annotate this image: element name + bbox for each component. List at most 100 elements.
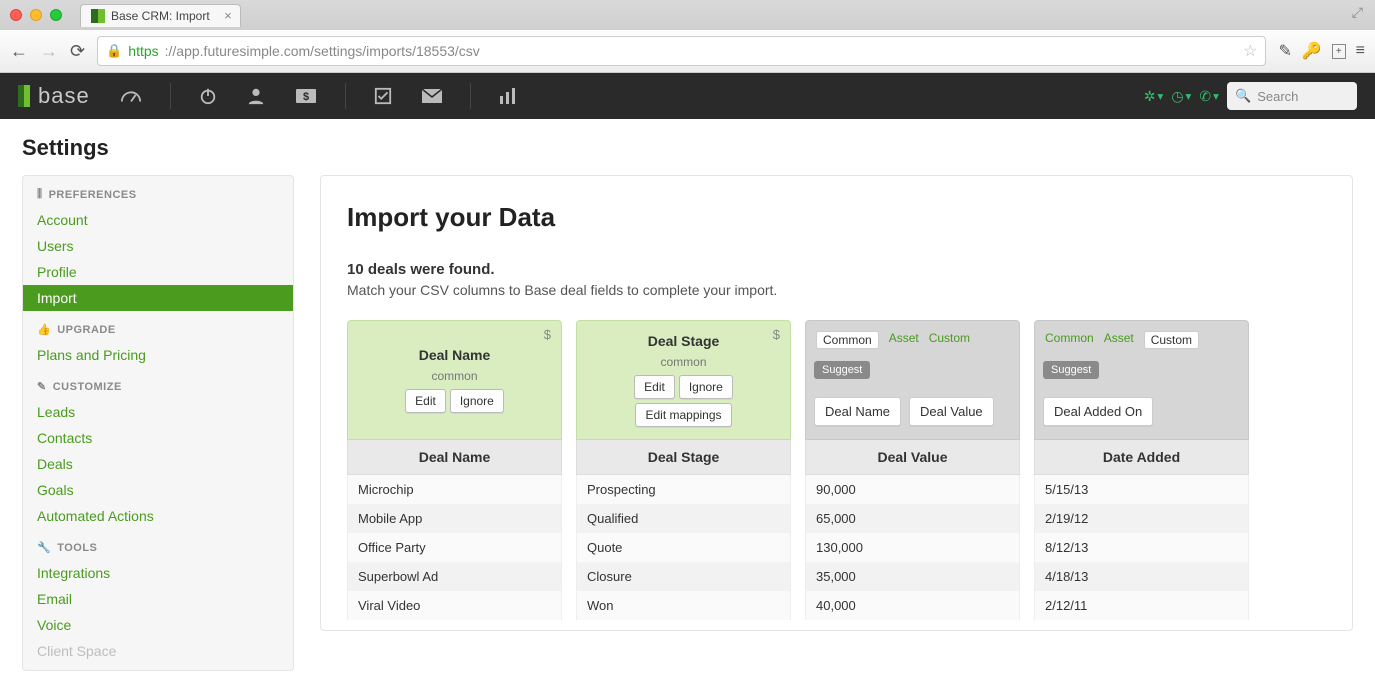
search-placeholder: Search [1257,89,1298,104]
settings-dropdown[interactable]: ✲▾ [1144,88,1164,105]
field-chip[interactable]: Deal Added On [1043,397,1153,426]
browser-tab[interactable]: Base CRM: Import × [80,4,241,27]
url-protocol: https [128,43,158,59]
sidebar-item-voice[interactable]: Voice [23,612,293,638]
data-cell: 8/12/13 [1034,533,1249,562]
sidebar-item-goals[interactable]: Goals [23,477,293,503]
sidebar-item-account[interactable]: Account [23,207,293,233]
sidebar-item-import[interactable]: Import [23,285,293,311]
main-title: Import your Data [347,202,1326,233]
sidebar-item-leads[interactable]: Leads [23,399,293,425]
extension-key-icon[interactable]: 🔑 [1302,41,1322,61]
sidebar-group-header: 🔧TOOLS [23,529,293,560]
dashboard-icon[interactable] [110,82,152,110]
filter-tab-common[interactable]: Common [816,331,879,349]
data-cell: Closure [576,562,791,591]
edit_mappings-button[interactable]: Edit mappings [635,403,731,427]
filter-tab-custom[interactable]: Custom [929,331,970,349]
sidebar-item-plans-and-pricing[interactable]: Plans and Pricing [23,342,293,368]
dollar-icon: $ [544,327,551,342]
data-cell: Mobile App [347,504,562,533]
check-icon[interactable] [364,81,402,111]
address-bar[interactable]: 🔒 https://app.futuresimple.com/settings/… [97,36,1266,66]
logo-text: base [38,83,90,109]
sliders-icon: ⫼ [37,188,43,201]
sidebar-item-users[interactable]: Users [23,233,293,259]
close-tab-icon[interactable]: × [224,8,232,23]
column-head: $Deal NamecommonEditIgnore [347,320,562,440]
chart-icon[interactable] [489,82,527,110]
phone-dropdown[interactable]: ✆▾ [1199,88,1219,105]
filter-tab-custom[interactable]: Custom [1144,331,1199,349]
column: Common Asset Custom Suggest Deal Name Deal Va… [805,320,1020,620]
mapping-title: Deal Name [419,347,491,363]
help-text: Match your CSV columns to Base deal fiel… [347,282,1326,298]
back-icon[interactable]: ← [10,41,28,62]
sidebar-item-deals[interactable]: Deals [23,451,293,477]
zoom-window-icon[interactable] [50,9,62,21]
favicon-icon [91,9,105,23]
dollar-icon: $ [773,327,780,342]
column-head: $Deal StagecommonEditIgnoreEdit mappings [576,320,791,440]
column-data-header: Deal Value [805,440,1020,475]
found-count: 10 deals were found. [347,261,1326,278]
data-cell: 40,000 [805,591,1020,620]
data-cell: 130,000 [805,533,1020,562]
extension-icon[interactable]: ✎ [1278,41,1291,61]
browser-menu-icon[interactable]: ≡ [1356,42,1365,60]
data-cell: Office Party [347,533,562,562]
sidebar-group-header: ✎CUSTOMIZE [23,368,293,399]
sidebar-item-automated-actions[interactable]: Automated Actions [23,503,293,529]
extension-box-icon[interactable]: + [1332,44,1346,59]
data-cell: Qualified [576,504,791,533]
logo-icon [18,85,30,107]
data-cell: Microchip [347,475,562,504]
filter-tab-asset[interactable]: Asset [889,331,919,349]
filter-tab-common[interactable]: Common [1045,331,1094,349]
sidebar-group-label: CUSTOMIZE [53,381,122,393]
column: $Deal NamecommonEditIgnoreDeal NameMicro… [347,320,562,620]
edit-button[interactable]: Edit [405,389,446,413]
tab-title: Base CRM: Import [111,9,210,23]
url-path: ://app.futuresimple.com/settings/imports… [165,43,480,59]
logo[interactable]: base [18,83,90,109]
person-icon[interactable] [237,81,275,111]
suggest-badge[interactable]: Suggest [814,361,870,379]
global-search[interactable]: 🔍 Search [1227,82,1357,110]
window-maximize-icon[interactable]: ⤢ [1352,4,1363,21]
data-cell: 65,000 [805,504,1020,533]
main-panel: Import your Data 10 deals were found. Ma… [320,175,1353,631]
bookmark-icon[interactable]: ☆ [1243,41,1257,61]
data-cell: 5/15/13 [1034,475,1249,504]
field-chip[interactable]: Deal Name [814,397,901,426]
sidebar-item-email[interactable]: Email [23,586,293,612]
data-cell: 2/19/12 [1034,504,1249,533]
data-cell: Won [576,591,791,620]
mapping-columns: $Deal NamecommonEditIgnoreDeal NameMicro… [347,320,1326,620]
mail-icon[interactable] [412,83,452,109]
power-icon[interactable] [189,81,227,111]
edit-button[interactable]: Edit [634,375,675,399]
money-icon[interactable]: $ [285,82,327,110]
data-cell: Quote [576,533,791,562]
mapping-title: Deal Stage [648,333,720,349]
suggest-badge[interactable]: Suggest [1043,361,1099,379]
ignore-button[interactable]: Ignore [679,375,733,399]
column: $Deal StagecommonEditIgnoreEdit mappings… [576,320,791,620]
sidebar-item-contacts[interactable]: Contacts [23,425,293,451]
sidebar-item-profile[interactable]: Profile [23,259,293,285]
reload-icon[interactable]: ⟳ [70,41,85,62]
filter-tab-asset[interactable]: Asset [1104,331,1134,349]
sidebar-item-client-space[interactable]: Client Space [23,638,293,664]
wrench-icon: 🔧 [37,541,51,554]
field-chip[interactable]: Deal Value [909,397,994,426]
sidebar-group-label: PREFERENCES [49,189,137,201]
minimize-window-icon[interactable] [30,9,42,21]
browser-toolbar: ← → ⟳ 🔒 https://app.futuresimple.com/set… [0,30,1375,72]
activity-dropdown[interactable]: ◷▾ [1171,88,1191,105]
forward-icon[interactable]: → [40,41,58,62]
sidebar-item-integrations[interactable]: Integrations [23,560,293,586]
ignore-button[interactable]: Ignore [450,389,504,413]
column: CommonAssetCustomSuggestDeal Added OnDat… [1034,320,1249,620]
close-window-icon[interactable] [10,9,22,21]
